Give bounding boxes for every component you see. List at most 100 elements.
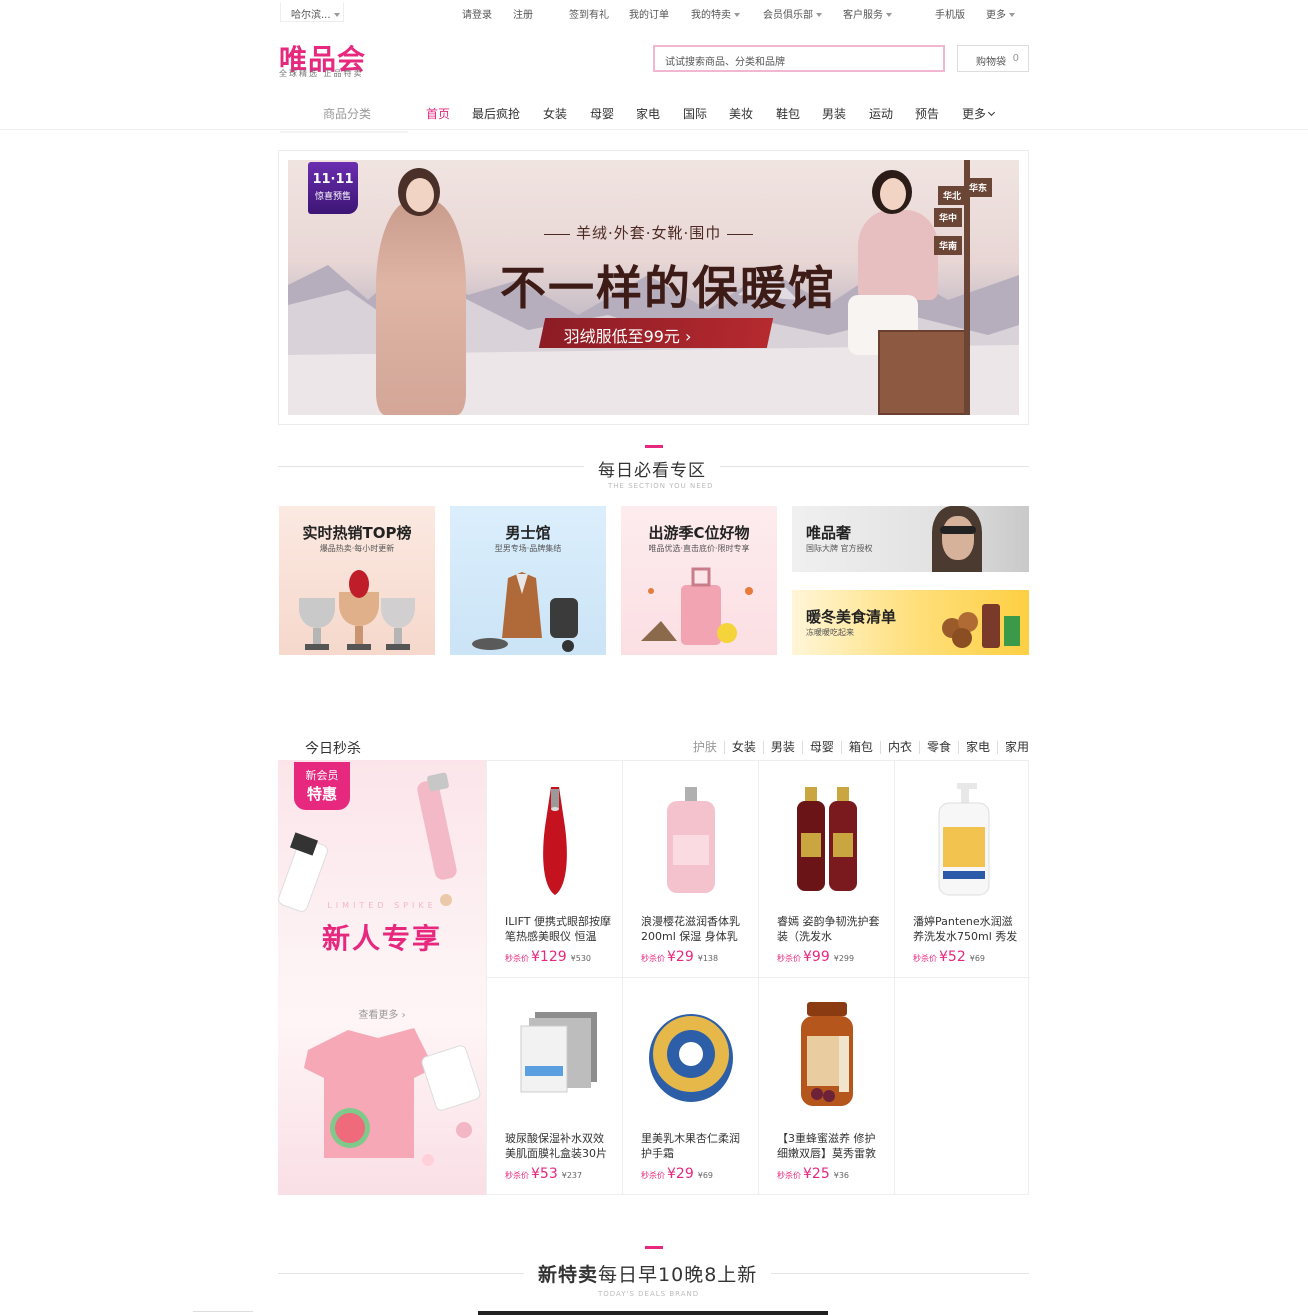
product-price: 秒杀价 ¥25 ¥36 xyxy=(777,1166,850,1182)
cart-button[interactable]: 购物袋 0 xyxy=(957,45,1029,72)
hero-banner[interactable]: 11·11 惊喜预售 华北 华东 华中 华南 羊绒·外套·女靴·围巾 不一样的保… xyxy=(288,160,1019,415)
cream-tin-icon xyxy=(649,1014,733,1102)
next-section-edge xyxy=(478,1311,828,1315)
login-link[interactable]: 请登录 xyxy=(462,6,492,21)
register-link[interactable]: 注册 xyxy=(513,6,533,21)
product-grid: ILIFT 便携式眼部按摩笔热感美眼仪 恒温 秒杀价 ¥129 ¥530 浪漫樱花滋… xyxy=(486,760,1030,1195)
product-name: 里美乳木果杏仁柔润护手霜 xyxy=(641,1132,740,1160)
massage-pen-icon xyxy=(543,787,567,895)
nav-item-home[interactable]: 首页 xyxy=(426,105,450,122)
model-left xyxy=(376,200,466,415)
my-sales-menu[interactable]: 我的特卖 xyxy=(691,6,740,21)
model-right xyxy=(858,210,938,300)
nav-item-baby[interactable]: 母婴 xyxy=(590,105,614,122)
mens-fashion-icon xyxy=(472,572,578,652)
search-input[interactable]: 试试搜索商品、分类和品牌 xyxy=(653,45,945,72)
tile-winter-food[interactable]: 暖冬美食清单 冻暖暖吃起来 xyxy=(792,590,1029,655)
city-selector[interactable]: 哈尔滨... xyxy=(280,2,344,22)
nav-item-sports[interactable]: 运动 xyxy=(869,105,893,122)
sunglasses-icon xyxy=(940,526,976,534)
nav-item-men[interactable]: 男装 xyxy=(822,105,846,122)
tile-travel[interactable]: 出游季C位好物 唯品优选·直击底价·限时专享 xyxy=(621,506,777,655)
promo-decor xyxy=(278,772,481,1166)
model-face-icon xyxy=(942,516,974,560)
sign-north: 华北 xyxy=(938,186,967,205)
nav-item-beauty[interactable]: 美妆 xyxy=(729,105,753,122)
top-bar: 哈尔滨... 请登录 注册 签到有礼 我的订单 我的特卖 会员俱乐部 客户服务 … xyxy=(0,0,1308,24)
daily-section-title: 每日必看专区 xyxy=(584,456,720,481)
chevron-down-icon xyxy=(987,108,996,117)
more-menu[interactable]: 更多 xyxy=(986,6,1015,21)
nav-item-appliances[interactable]: 家电 xyxy=(636,105,660,122)
nav-item-international[interactable]: 国际 xyxy=(683,105,707,122)
new-sale-title: 新特卖每日早10晚8上新 xyxy=(524,1260,772,1287)
product-price: 秒杀价 ¥29 ¥138 xyxy=(641,949,719,965)
empty-cell xyxy=(894,978,1030,1195)
product-name: 玻尿酸保湿补水双效美肌面膜礼盒装30片 xyxy=(505,1132,607,1160)
product-card[interactable]: ILIFT 便携式眼部按摩笔热感美眼仪 恒温 秒杀价 ¥129 ¥530 xyxy=(486,761,622,978)
category-underline xyxy=(280,131,408,133)
banner-cta-button[interactable]: 羽绒服低至99元 › xyxy=(538,318,774,348)
product-price: 秒杀价 ¥52 ¥69 xyxy=(913,949,986,965)
product-name: 【3重蜂蜜滋养 修护细嫩双唇】莫秀雷敦 xyxy=(777,1132,876,1160)
cart-count: 0 xyxy=(1012,53,1019,64)
tab-appliances[interactable]: 家电 xyxy=(959,741,998,754)
nav-item-shoes-bags[interactable]: 鞋包 xyxy=(776,105,800,122)
flash-sale-tabs: 护肤 女装 男装 母婴 箱包 内衣 零食 家电 家用 xyxy=(686,740,1029,754)
tab-baby[interactable]: 母婴 xyxy=(803,741,842,754)
mobile-link[interactable]: 手机版 xyxy=(935,6,965,21)
caret-down-icon xyxy=(816,13,822,17)
face-mask-box-icon xyxy=(520,1012,597,1093)
view-more-link[interactable]: 查看更多 › xyxy=(278,1006,486,1021)
tile-men[interactable]: 男士馆 型男专场·品牌集结 xyxy=(450,506,606,655)
customer-service-menu[interactable]: 客户服务 xyxy=(843,6,892,21)
nav-item-more[interactable]: 更多 xyxy=(962,105,996,122)
tab-bags[interactable]: 箱包 xyxy=(842,741,881,754)
tile-hot-top[interactable]: 实时热销TOP榜 爆品热卖·每小时更新 xyxy=(279,506,435,655)
luggage-icon xyxy=(641,567,753,645)
product-card[interactable]: 睿嫣 姿韵争韧洗护套装（洗发水 秒杀价 ¥99 ¥299 xyxy=(758,761,894,978)
new-member-badge: 新会员 特惠 xyxy=(294,762,350,810)
city-label: 哈尔滨... xyxy=(291,10,331,21)
tab-women[interactable]: 女装 xyxy=(725,741,764,754)
my-orders-link[interactable]: 我的订单 xyxy=(629,6,669,21)
trophy-icon xyxy=(299,570,415,650)
caret-down-icon xyxy=(333,13,340,17)
nav-item-women[interactable]: 女装 xyxy=(543,105,567,122)
product-price: 秒杀价 ¥53 ¥237 xyxy=(505,1166,583,1182)
product-card[interactable]: 【3重蜂蜜滋养 修护细嫩双唇】莫秀雷敦 秒杀价 ¥25 ¥36 xyxy=(758,978,894,1195)
model-left-face xyxy=(406,178,434,212)
product-name: 潘婷Pantene水润滋养洗发水750ml 秀发 xyxy=(913,915,1018,943)
nav-item-preview[interactable]: 预告 xyxy=(915,105,939,122)
promo-title: 新人专享 xyxy=(321,922,442,955)
product-card[interactable]: 潘婷Pantene水润滋养洗发水750ml 秀发 秒杀价 ¥52 ¥69 xyxy=(894,761,1030,978)
tab-skincare[interactable]: 护肤 xyxy=(686,741,725,754)
product-price: 秒杀价 ¥99 ¥299 xyxy=(777,949,855,965)
tab-household[interactable]: 家用 xyxy=(998,741,1029,754)
product-card[interactable]: 玻尿酸保湿补水双效美肌面膜礼盒装30片 秒杀价 ¥53 ¥237 xyxy=(486,978,622,1195)
wooden-crate xyxy=(878,330,968,415)
caret-down-icon xyxy=(886,13,892,17)
tab-snacks[interactable]: 零食 xyxy=(920,741,959,754)
nav-item-last-chance[interactable]: 最后疯抢 xyxy=(472,105,520,122)
new-member-promo[interactable]: 新会员 特惠 LIMITED SPIKE 新人专享 查看更多 › xyxy=(278,760,486,1195)
sign-east: 华东 xyxy=(964,178,993,197)
product-card[interactable]: 浪漫樱花滋润香体乳200ml 保湿 身体乳 秒杀价 ¥29 ¥138 xyxy=(622,761,758,978)
tab-underwear[interactable]: 内衣 xyxy=(881,741,920,754)
tab-men[interactable]: 男装 xyxy=(764,741,803,754)
honey-jar-icon xyxy=(801,1002,853,1106)
member-club-menu[interactable]: 会员俱乐部 xyxy=(763,6,822,21)
category-menu[interactable]: 商品分类 xyxy=(323,105,371,122)
tile-luxury[interactable]: 唯品奢 国际大牌 官方授权 xyxy=(792,506,1029,572)
promo-english: LIMITED SPIKE xyxy=(327,901,437,910)
product-name: ILIFT 便携式眼部按摩笔热感美眼仪 恒温 xyxy=(505,915,611,943)
banner-title: 不一样的保暖馆 xyxy=(500,261,836,315)
product-card[interactable]: 里美乳木果杏仁柔润护手霜 秒杀价 ¥29 ¥69 xyxy=(622,978,758,1195)
caret-down-icon xyxy=(1009,13,1015,17)
model-right-face xyxy=(880,178,906,210)
checkin-link[interactable]: 签到有礼 xyxy=(569,6,609,21)
lotion-bottle-icon xyxy=(667,787,715,893)
daily-section-subtitle: THE SECTION YOU NEED xyxy=(608,482,714,490)
snacks-icon xyxy=(942,604,1020,648)
section-accent-bar xyxy=(645,1246,663,1249)
